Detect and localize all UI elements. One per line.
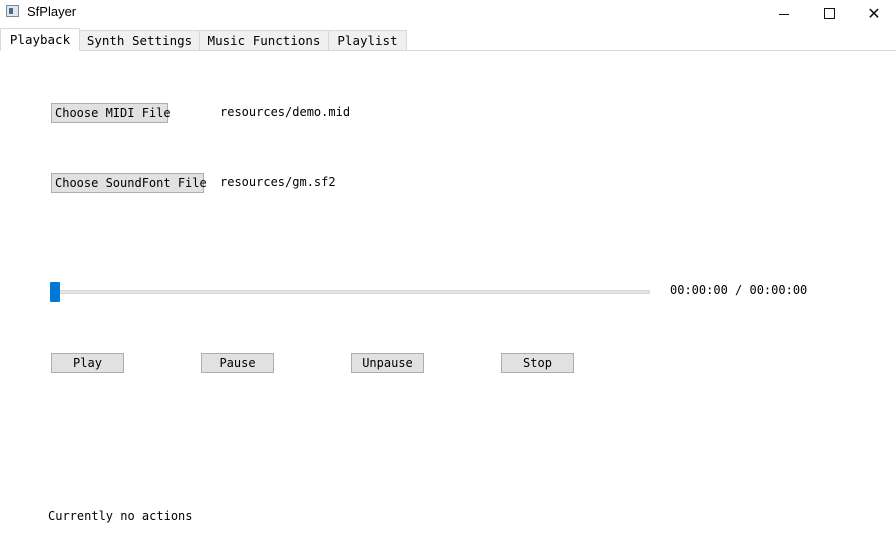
tab-music-functions[interactable]: Music Functions — [199, 30, 329, 50]
choose-midi-file-button[interactable]: Choose MIDI File — [51, 103, 171, 123]
tab-synth-settings[interactable]: Synth Settings — [79, 30, 200, 50]
minimize-icon — [779, 13, 789, 15]
progress-slider-track[interactable] — [51, 290, 650, 294]
title-bar: SfPlayer ✕ — [0, 0, 896, 26]
choose-soundfont-file-button[interactable]: Choose SoundFont File — [51, 173, 207, 193]
midi-file-path: resources/demo.mid — [220, 105, 351, 119]
status-text: Currently no actions — [48, 509, 193, 523]
progress-slider-handle[interactable] — [50, 282, 60, 302]
maximize-button[interactable] — [806, 0, 852, 26]
minimize-button[interactable] — [761, 0, 807, 26]
close-button[interactable]: ✕ — [851, 0, 896, 26]
app-window: SfPlayer ✕ Playback Synth Settings Music… — [0, 0, 896, 545]
app-icon — [6, 5, 19, 17]
playback-time: 00:00:00 / 00:00:00 — [670, 283, 808, 297]
soundfont-file-path: resources/gm.sf2 — [220, 175, 336, 189]
tab-playlist[interactable]: Playlist — [328, 30, 407, 50]
tab-pane-border — [0, 50, 896, 51]
tab-playback[interactable]: Playback — [0, 28, 80, 51]
pause-button[interactable]: Pause — [201, 353, 274, 373]
play-button[interactable]: Play — [51, 353, 124, 373]
close-icon: ✕ — [867, 3, 881, 23]
maximize-icon — [823, 7, 835, 19]
stop-button[interactable]: Stop — [501, 353, 574, 373]
window-title: SfPlayer — [27, 4, 77, 19]
unpause-button[interactable]: Unpause — [351, 353, 424, 373]
